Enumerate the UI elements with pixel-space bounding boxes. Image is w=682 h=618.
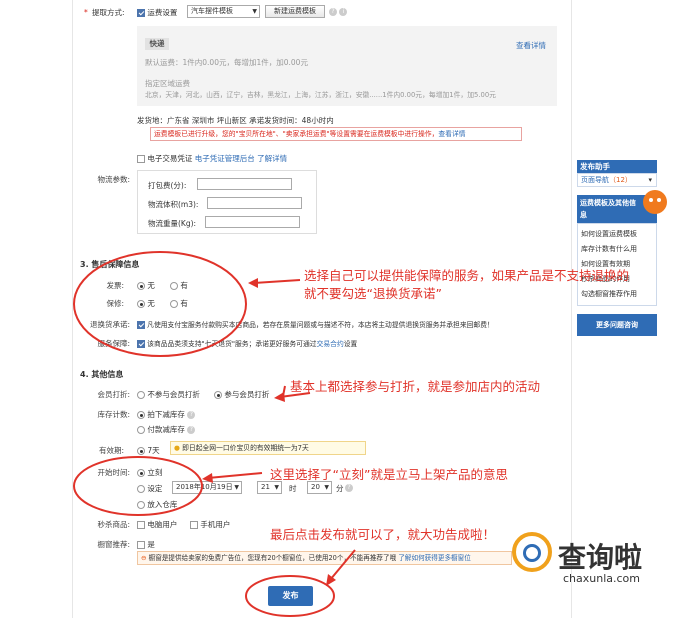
annotation-launch: 这里选择了“立刻”就是立马上架产品的意思: [270, 467, 508, 482]
annotation-services-2: 就不要勾选“退换货承诺”: [304, 286, 442, 301]
annotation-circle: [245, 575, 335, 617]
annotation-arrow: [207, 472, 263, 479]
annotation-discount: 基本上都选择参与打折，就是参加店内的活动: [290, 379, 541, 394]
annotation-arrowhead: [202, 473, 213, 483]
annotation-arrowhead: [248, 278, 258, 288]
watermark-logo-inner: [523, 544, 541, 562]
annotation-publish: 最后点击发布就可以了，就大功告成啦！: [270, 527, 496, 542]
annotation-services: 选择自己可以提供能保障的服务，如果产品是不支持退换的: [304, 268, 630, 283]
annotation-arrow: [329, 549, 356, 581]
watermark-brand: 查询啦: [558, 541, 643, 574]
annotation-arrow: [253, 279, 301, 284]
annotation-circle: [73, 251, 247, 357]
annotation-arrowhead: [274, 392, 285, 402]
annotation-circle: [73, 456, 203, 516]
watermark-url: chaxunla.com: [563, 572, 640, 585]
